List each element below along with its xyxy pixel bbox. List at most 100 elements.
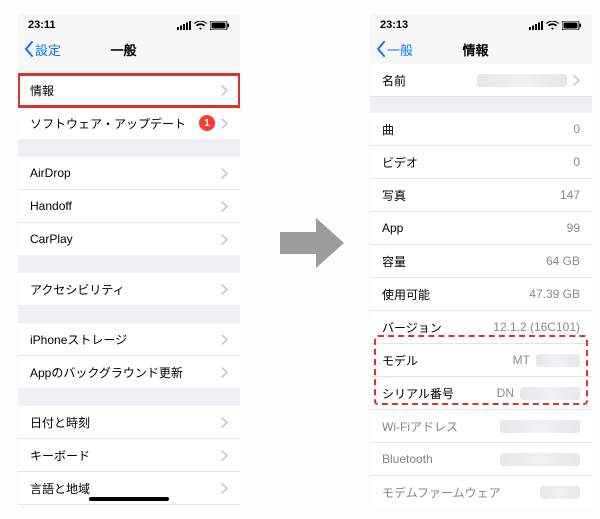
status-right-cluster	[177, 21, 230, 30]
list-item[interactable]: AirDrop	[18, 157, 240, 190]
chevron-right-icon	[221, 417, 228, 428]
list-item-label: 使用可能	[382, 286, 430, 303]
list-item: 使用可能 47.39 GB	[370, 278, 592, 311]
list-item-label: Bluetooth	[382, 452, 433, 466]
list-item-label: App	[382, 221, 403, 235]
redacted-value	[500, 420, 580, 433]
list-item-value: 0	[573, 155, 580, 169]
list-item[interactable]: 情報	[18, 74, 240, 107]
group-separator	[370, 97, 592, 113]
list-item-value: MT	[513, 353, 580, 367]
list-item-label: キーボード	[30, 447, 90, 464]
list-item-label: バージョン	[382, 319, 442, 336]
list-item-accessory	[221, 367, 228, 378]
list-item[interactable]: アクセシビリティ	[18, 273, 240, 305]
list-item-label: モデムファームウェア	[382, 484, 501, 501]
page-title: 情報	[370, 40, 586, 59]
about-list[interactable]: 名前曲0ビデオ0写真147App99容量64 GB使用可能47.39 GBバージ…	[370, 64, 592, 506]
list-item: ビデオ 0	[370, 146, 592, 179]
settings-group: 日付と時刻キーボード言語と地域辞書	[18, 406, 240, 506]
list-item-label: モデル	[382, 352, 418, 369]
phone-about-settings: 23:13 一般 情報 名前曲0ビデオ0写真147App99容量64 GB使用可…	[370, 14, 592, 506]
list-item-accessory	[221, 334, 228, 345]
status-time: 23:13	[380, 19, 408, 31]
list-item-value	[477, 74, 580, 87]
chevron-right-icon	[221, 85, 228, 96]
value-text: 64 GB	[546, 254, 580, 268]
list-item-label: 写真	[382, 187, 406, 204]
list-item: 写真147	[370, 179, 592, 212]
chevron-right-icon	[221, 118, 228, 129]
settings-group: iPhoneストレージ Appのバックグラウンド更新	[18, 323, 240, 388]
nav-bar: 設定 一般	[18, 34, 240, 64]
list-item-label: Appのバックグラウンド更新	[30, 364, 183, 381]
settings-group: AirDrop Handoff CarPlay	[18, 157, 240, 255]
list-item: Wi-Fiアドレス	[370, 410, 592, 443]
list-item-label: シリアル番号	[382, 385, 454, 402]
redacted-value	[536, 354, 580, 367]
status-bar: 23:13	[370, 14, 592, 34]
signal-icon	[529, 21, 543, 30]
chevron-right-icon	[573, 75, 580, 86]
chevron-right-icon	[221, 483, 228, 494]
list-item-accessory: 1	[199, 115, 228, 131]
list-item-accessory	[221, 483, 228, 494]
list-item-accessory	[221, 168, 228, 179]
list-item-label: CarPlay	[30, 232, 73, 246]
list-item-label: 情報	[30, 82, 54, 99]
list-item-value	[500, 453, 580, 466]
chevron-right-icon	[221, 367, 228, 378]
settings-group: アクセシビリティ	[18, 273, 240, 305]
list-item: Bluetooth	[370, 443, 592, 476]
list-item[interactable]: 名前	[370, 64, 592, 97]
list-item: シリアル番号 DN	[370, 377, 592, 410]
list-item-value: DN	[497, 386, 580, 400]
page-title: 一般	[18, 40, 234, 59]
value-text: DN	[497, 386, 514, 400]
list-item-value: 47.39 GB	[529, 287, 580, 301]
list-item-accessory	[221, 417, 228, 428]
chevron-right-icon	[221, 334, 228, 345]
list-item-value: 64 GB	[546, 254, 580, 268]
phone-general-settings: 23:11 設定 一般 情報ソフトウェア・アップデート1AirDropHando…	[18, 14, 240, 506]
chevron-right-icon	[221, 168, 228, 179]
value-text: 99	[567, 221, 580, 235]
nav-bar: 一般 情報	[370, 34, 592, 64]
flow-arrow-icon	[280, 218, 344, 268]
list-item[interactable]: キーボード	[18, 439, 240, 472]
comparison-stage: 23:11 設定 一般 情報ソフトウェア・アップデート1AirDropHando…	[0, 0, 600, 519]
battery-icon	[562, 21, 582, 30]
list-item-value: 99	[567, 221, 580, 235]
list-item[interactable]: CarPlay	[18, 223, 240, 255]
list-item-accessory	[221, 201, 228, 212]
list-item[interactable]: iPhoneストレージ	[18, 323, 240, 356]
list-item-label: ビデオ	[382, 154, 418, 171]
chevron-right-icon	[221, 284, 228, 295]
list-item[interactable]: Appのバックグラウンド更新	[18, 356, 240, 388]
list-item: 曲0	[370, 113, 592, 146]
list-item-label: 名前	[382, 72, 406, 89]
settings-group: 情報ソフトウェア・アップデート1	[18, 74, 240, 139]
chevron-right-icon	[221, 450, 228, 461]
list-item-accessory	[221, 234, 228, 245]
home-indicator[interactable]	[89, 497, 169, 501]
value-text: 12.1.2 (16C101)	[493, 320, 580, 334]
list-item-value: 12.1.2 (16C101)	[493, 320, 580, 334]
list-item-label: Handoff	[30, 199, 72, 213]
list-item-value	[540, 486, 580, 499]
redacted-value	[477, 74, 567, 87]
chevron-right-icon	[221, 234, 228, 245]
list-item[interactable]: 辞書	[18, 505, 240, 506]
notification-badge: 1	[199, 115, 215, 131]
list-item[interactable]: Handoff	[18, 190, 240, 223]
list-item: モデル MT	[370, 344, 592, 377]
list-item[interactable]: ソフトウェア・アップデート1	[18, 107, 240, 139]
value-text: 0	[573, 155, 580, 169]
list-item-label: 言語と地域	[30, 480, 90, 497]
list-item-accessory	[221, 450, 228, 461]
list-item-label: iPhoneストレージ	[30, 331, 127, 348]
settings-list[interactable]: 情報ソフトウェア・アップデート1 AirDrop Handoff CarPlay アクセ…	[18, 74, 240, 506]
signal-icon	[177, 21, 191, 30]
wifi-icon	[546, 21, 559, 30]
list-item[interactable]: 日付と時刻	[18, 406, 240, 439]
